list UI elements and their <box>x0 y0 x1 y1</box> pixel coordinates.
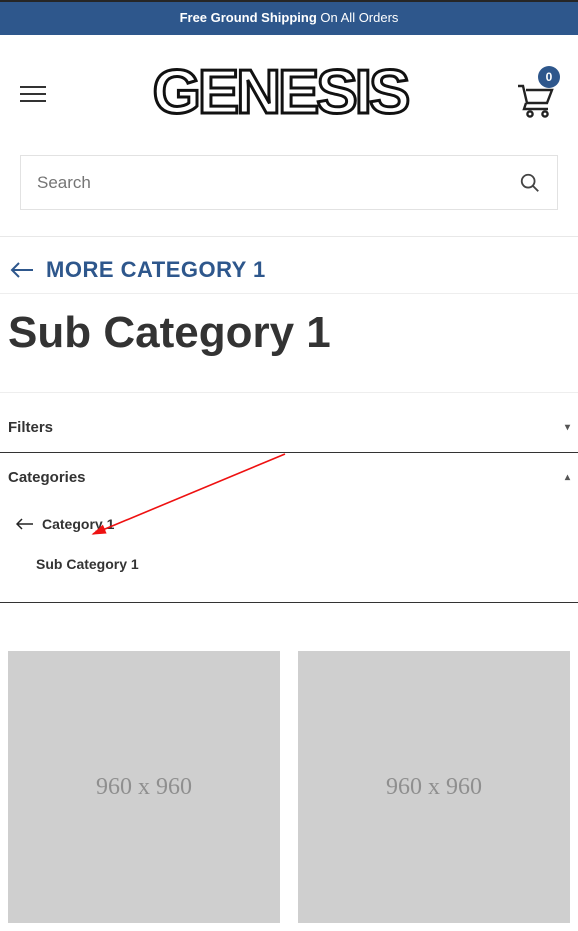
search-input[interactable] <box>37 173 519 193</box>
categories-toggle[interactable]: Categories ▴ <box>0 453 578 502</box>
breadcrumb-back[interactable]: MORE CATEGORY 1 <box>0 243 578 294</box>
breadcrumb-back-label: MORE CATEGORY 1 <box>46 257 266 283</box>
category-parent-label: Category 1 <box>42 516 114 532</box>
product-tile[interactable]: 960 x 960 <box>8 651 280 923</box>
promo-bold-text: Free Ground Shipping <box>180 10 317 25</box>
header: GENESIS 0 <box>0 35 578 237</box>
promo-rest-text: On All Orders <box>317 10 399 25</box>
search-box[interactable] <box>20 155 558 210</box>
filters-section: Filters ▾ <box>0 403 578 453</box>
product-tile[interactable]: 960 x 960 <box>298 651 570 923</box>
search-icon[interactable] <box>519 172 541 194</box>
chevron-down-icon: ▾ <box>565 422 570 433</box>
arrow-left-icon <box>10 261 34 279</box>
menu-icon[interactable] <box>20 83 46 105</box>
arrow-left-icon <box>16 518 34 530</box>
logo-text: GENESIS <box>153 61 408 127</box>
product-grid: 960 x 960 960 x 960 <box>0 603 578 931</box>
placeholder-text: 960 x 960 <box>386 774 482 801</box>
category-current: Sub Category 1 <box>8 544 570 584</box>
categories-section: Categories ▴ Category 1 Sub Category 1 <box>0 453 578 603</box>
chevron-up-icon: ▴ <box>565 472 570 483</box>
logo[interactable]: GENESIS <box>60 61 500 127</box>
category-list: Category 1 Sub Category 1 <box>0 502 578 602</box>
page-title: Sub Category 1 <box>0 294 578 393</box>
cart-button[interactable]: 0 <box>514 70 558 118</box>
categories-label: Categories <box>8 469 86 486</box>
cart-count-badge: 0 <box>538 66 560 88</box>
promo-bar: Free Ground Shipping On All Orders <box>0 0 578 35</box>
cart-icon <box>517 84 555 118</box>
filters-toggle[interactable]: Filters ▾ <box>0 403 578 452</box>
placeholder-text: 960 x 960 <box>96 774 192 801</box>
filters-label: Filters <box>8 419 53 436</box>
category-current-label: Sub Category 1 <box>36 556 139 572</box>
category-parent-link[interactable]: Category 1 <box>8 504 570 544</box>
